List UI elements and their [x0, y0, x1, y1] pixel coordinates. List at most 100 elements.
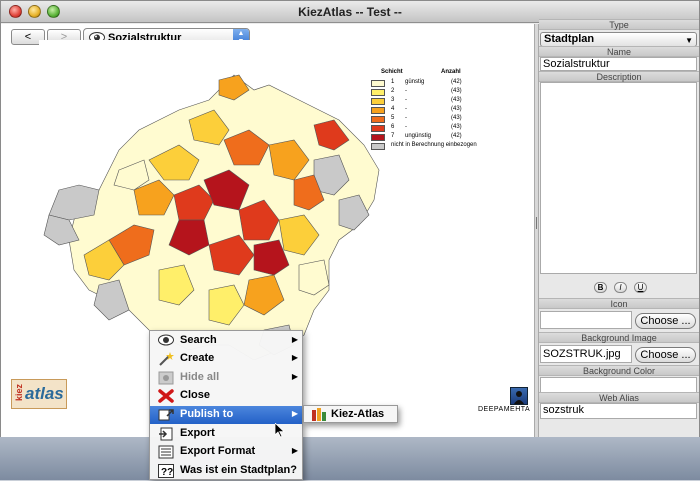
legend-swatch: [371, 125, 385, 132]
legend-text: -: [405, 88, 407, 94]
legend-count: (42): [451, 79, 462, 85]
eye-icon: [158, 334, 174, 348]
background-image-field[interactable]: SOZSTRUK.jpg: [540, 345, 632, 363]
desktop-background: [0, 437, 700, 480]
submenu-arrow-icon: ▶: [291, 446, 298, 455]
menu-item-label: Close: [180, 389, 210, 401]
publish-submenu: Kiez-Atlas: [303, 405, 398, 423]
web-alias-label: Web Alias: [539, 392, 699, 403]
legend-count: (43): [451, 97, 462, 103]
logo-kiez-text: kiez: [14, 384, 24, 402]
menu-item-search[interactable]: Search ▶: [150, 332, 302, 350]
menu-item-export-format[interactable]: Export Format ▶: [150, 443, 302, 461]
menu-item-label: Was ist ein Stadtplan?: [180, 464, 297, 476]
logo-atlas-text: atlas: [25, 384, 64, 403]
mouse-pointer-icon: [274, 422, 286, 442]
choose-icon-button[interactable]: Choose ...: [635, 313, 696, 329]
menu-item-hide-all[interactable]: Hide all ▶: [150, 369, 302, 387]
legend-row: 2 - (43): [371, 88, 477, 97]
window-title: KiezAtlas -- Test --: [298, 5, 402, 19]
italic-button[interactable]: I: [614, 282, 627, 293]
legend-text: -: [405, 97, 407, 103]
publish-icon: [158, 408, 174, 422]
legend-count: (43): [451, 115, 462, 121]
list-icon: [158, 445, 174, 459]
deepamehta-label: DEEPAMEHTA: [478, 406, 531, 413]
legend-number: 3: [391, 97, 395, 103]
property-panel: Type Stadtplan ▼ Name Sozialstruktur Des…: [539, 19, 699, 437]
legend-swatch: [371, 116, 385, 123]
legend-row: 6 - (43): [371, 124, 477, 133]
deepamehta-icon: [510, 387, 528, 405]
web-alias-field[interactable]: sozstruk: [540, 403, 697, 419]
legend-number: 4: [391, 106, 395, 112]
legend-header-schicht: Schicht: [381, 69, 403, 75]
bold-button[interactable]: B: [594, 282, 607, 293]
legend-header: Schicht Anzahl: [371, 69, 477, 79]
menu-item-label: Export Format: [180, 445, 256, 457]
legend-swatch: [371, 98, 385, 105]
menu-item-label: Export: [180, 427, 215, 439]
legend-text: -: [405, 124, 407, 130]
legend-row: 1 günstig (42): [371, 79, 477, 88]
legend-row: 5 - (43): [371, 115, 477, 124]
legend-number: 5: [391, 115, 395, 121]
app-window: KiezAtlas -- Test -- < > Sozialstruktur …: [0, 0, 700, 437]
legend-count: (43): [451, 124, 462, 130]
kiezatlas-icon: [312, 408, 327, 422]
submenu-item-kiez-atlas[interactable]: Kiez-Atlas: [331, 408, 384, 420]
submenu-arrow-icon: ▶: [291, 372, 298, 381]
legend-number: 1: [391, 79, 395, 85]
menu-item-publish-to[interactable]: Publish to ▶: [150, 406, 302, 424]
legend-swatch: [371, 134, 385, 141]
background-image-label: Background Image: [539, 332, 699, 343]
description-textarea[interactable]: [540, 82, 697, 274]
context-menu: Search ▶ Create ▶ Hide all ▶ Close Publi…: [149, 330, 303, 480]
menu-item-close[interactable]: Close: [150, 387, 302, 405]
submenu-arrow-icon: ▶: [291, 409, 298, 418]
kiezatlas-logo: kiez atlas: [11, 379, 67, 409]
description-label: Description: [539, 71, 699, 82]
svg-text:??: ??: [161, 467, 173, 478]
menu-item-create[interactable]: Create ▶: [150, 350, 302, 368]
map-districts: [43, 74, 380, 361]
name-label: Name: [539, 46, 699, 57]
name-field[interactable]: Sozialstruktur: [540, 57, 697, 71]
underline-button[interactable]: U: [634, 282, 647, 293]
close-icon: [158, 389, 174, 403]
legend-number: 2: [391, 88, 395, 94]
icon-label: Icon: [539, 298, 699, 309]
submenu-arrow-icon: ▶: [291, 353, 298, 362]
type-select-value: Stadtplan: [544, 33, 595, 45]
legend-other-text: nicht in Berechnung einbezogen: [391, 142, 477, 148]
export-icon: [158, 427, 174, 441]
legend-swatch: [371, 80, 385, 87]
hide-icon: [158, 371, 174, 385]
legend-text: günstig: [405, 79, 425, 85]
icon-field[interactable]: [540, 311, 632, 329]
map-legend: Schicht Anzahl 1 günstig (42) 2 - (43) 3…: [371, 69, 477, 151]
legend-row: nicht in Berechnung einbezogen: [371, 142, 477, 151]
choose-background-image-button[interactable]: Choose ...: [635, 347, 696, 363]
legend-row: 7 ungünstig (42): [371, 133, 477, 142]
legend-text: -: [405, 115, 407, 121]
legend-number: 7: [391, 133, 395, 139]
help-icon: ??: [158, 464, 174, 478]
menu-item-label: Publish to: [180, 408, 234, 420]
legend-count: (43): [451, 106, 462, 112]
legend-count: (42): [451, 133, 462, 139]
type-label: Type: [539, 19, 699, 30]
legend-number: 6: [391, 124, 395, 130]
legend-swatch: [371, 107, 385, 114]
deepamehta-logo: DEEPAMEHTA: [478, 387, 530, 415]
background-color-field[interactable]: [540, 377, 697, 393]
magic-wand-icon: [158, 352, 174, 366]
legend-count: (43): [451, 88, 462, 94]
menu-item-help[interactable]: ?? Was ist ein Stadtplan?: [150, 462, 302, 480]
legend-row: 3 - (43): [371, 97, 477, 106]
background-color-label: Background Color: [539, 365, 699, 376]
splitter-grip-icon: [536, 217, 537, 229]
legend-row: 4 - (43): [371, 106, 477, 115]
type-select[interactable]: Stadtplan ▼: [540, 32, 697, 47]
legend-text: -: [405, 106, 407, 112]
